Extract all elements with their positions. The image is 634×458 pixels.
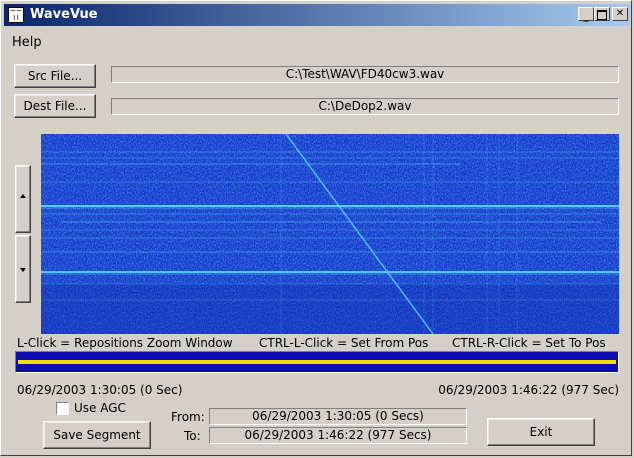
hint-left-click: L-Click = Repositions Zoom Window (17, 336, 233, 350)
window-title: WaveVue (30, 7, 98, 22)
title-bar[interactable]: ~~ ⌇⌇ WaveVue _ ✕ (4, 4, 630, 26)
spectrogram-dark-band (41, 284, 619, 334)
maximize-button[interactable] (594, 7, 610, 21)
wavevue-window: ~~ ⌇⌇ WaveVue _ ✕ Help Src File... C:\Tes… (0, 0, 632, 456)
arrow-down-icon (20, 268, 26, 272)
from-label: From: (171, 410, 205, 424)
save-segment-button[interactable]: Save Segment (43, 421, 151, 449)
spectrogram-view[interactable] (41, 134, 619, 334)
minimize-icon: _ (583, 11, 589, 22)
timeline-end: 06/29/2003 1:46:22 (977 Sec) (438, 383, 619, 397)
use-agc-label[interactable]: Use AGC (74, 401, 126, 415)
exit-button[interactable]: Exit (487, 418, 595, 446)
zoom-track-line (18, 360, 616, 364)
dest-file-button[interactable]: Dest File... (14, 94, 96, 118)
to-value-field: 06/29/2003 1:46:22 (977 Secs) (209, 427, 467, 444)
close-button[interactable]: ✕ (612, 7, 628, 21)
maximize-icon (597, 10, 607, 20)
wave-app-icon[interactable]: ~~ ⌇⌇ (8, 7, 24, 23)
timeline-start: 06/29/2003 1:30:05 (0 Sec) (17, 383, 183, 397)
arrow-up-icon (20, 194, 26, 198)
src-file-button[interactable]: Src File... (14, 64, 96, 88)
zoom-window-bar[interactable] (15, 351, 619, 373)
hint-ctrl-right-click: CTRL-R-Click = Set To Pos (452, 336, 606, 350)
from-value-field: 06/29/2003 1:30:05 (0 Secs) (209, 408, 467, 425)
vertical-scroll-control (15, 165, 31, 305)
scroll-up-button[interactable] (15, 165, 31, 233)
to-label: To: (184, 429, 201, 443)
spectrogram-canvas[interactable] (41, 134, 619, 334)
menu-help[interactable]: Help (12, 35, 42, 50)
scroll-down-button[interactable] (15, 235, 31, 303)
src-file-path: C:\Test\WAV\FD40cw3.wav (111, 66, 619, 83)
close-icon: ✕ (615, 8, 625, 19)
use-agc-checkbox[interactable] (56, 402, 69, 415)
dest-file-path: C:\DeDop2.wav (111, 98, 619, 115)
menu-bar: Help (4, 28, 630, 50)
minimize-button[interactable]: _ (578, 7, 594, 22)
hint-ctrl-left-click: CTRL-L-Click = Set From Pos (259, 336, 429, 350)
